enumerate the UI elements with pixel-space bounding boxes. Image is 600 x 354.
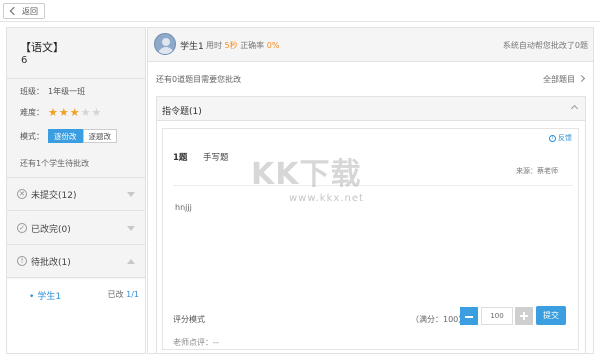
close-circle-icon: ✕	[17, 189, 27, 199]
section-title: 指令题(1)	[162, 107, 202, 117]
increase-score-button[interactable]	[515, 307, 533, 325]
divider	[7, 78, 145, 79]
status-label: 未提交(12)	[31, 190, 77, 201]
star-filled-icon: ★	[69, 106, 80, 119]
star-filled-icon: ★	[48, 106, 58, 119]
question-number: 1题	[173, 153, 188, 163]
student-status-prefix: 已改	[107, 290, 124, 299]
back-button[interactable]: 返回	[3, 3, 45, 19]
star-empty-icon: ★	[91, 106, 102, 119]
mode-row: 模式： 逐份改 逐题改	[20, 129, 117, 143]
student-header: 学生1 用时 5秒 正确率 0% 系统自动帮您批改了0题	[148, 28, 593, 62]
back-label: 返回	[22, 6, 38, 16]
difficulty-row: 难度： ★ ★ ★ ★ ★	[20, 107, 101, 118]
score-input[interactable]: 100	[481, 307, 513, 325]
subject-number: 6	[21, 55, 28, 66]
class-row: 班级： 1年级一班	[20, 86, 85, 97]
all-questions-link[interactable]: 全部题目	[543, 74, 575, 85]
mode-by-paper-button[interactable]: 逐份改	[48, 129, 83, 143]
header-student-name: 学生1	[180, 42, 204, 52]
student-name: 学生1	[37, 292, 62, 302]
difficulty-label: 难度：	[20, 108, 44, 117]
info-circle-icon: !	[17, 256, 27, 266]
remaining-text: 还有0道题目需要您批改	[156, 75, 242, 84]
mode-by-question-button[interactable]: 逐题改	[82, 129, 117, 143]
question-type: 手写题	[203, 153, 229, 163]
question-card: i 反馈 1题 手写题 来源：蔡老师 hnjjj KK下载 www.kkx.ne…	[162, 128, 579, 350]
watermark-text: KK下载	[251, 157, 362, 192]
bullet-icon: •	[29, 292, 35, 302]
full-score-text: （满分：100）	[411, 315, 467, 324]
star-filled-icon: ★	[58, 106, 69, 119]
feedback-link[interactable]: i 反馈	[549, 133, 572, 143]
class-label: 班级：	[20, 87, 44, 96]
avatar	[154, 33, 176, 55]
top-bar: 返回	[0, 0, 600, 22]
accuracy-label: 正确率	[240, 41, 265, 50]
student-status-value: 1/1	[126, 290, 139, 299]
student-item[interactable]: • 学生1 已改 1/1	[29, 289, 139, 302]
status-pending[interactable]: ! 待批改(1)	[7, 245, 145, 278]
main-panel: 学生1 用时 5秒 正确率 0% 系统自动帮您批改了0题 还有0道题目需要您批改…	[147, 27, 594, 354]
status-label: 待批改(1)	[31, 257, 71, 268]
check-circle-icon: ✓	[17, 223, 27, 233]
mode-label: 模式：	[20, 131, 44, 141]
feedback-label: 反馈	[558, 134, 572, 142]
feedback-icon: i	[549, 134, 556, 142]
header-meta: 用时 5秒 正确率 0%	[206, 40, 279, 51]
decrease-score-button[interactable]	[460, 307, 478, 325]
question-source: 来源：蔡老师	[516, 167, 558, 175]
watermark-logo: KK下载 www.kkx.net	[251, 149, 411, 219]
sidebar: 【语文】 6 班级： 1年级一班 难度： ★ ★ ★ ★ ★ 模式： 逐份改 逐题改 还…	[6, 27, 146, 354]
caret-up-icon	[127, 259, 135, 264]
grading-mode-label: 评分模式	[173, 315, 205, 324]
pending-note: 还有1个学生待批改	[20, 159, 90, 168]
question-section: 指令题(1) i 反馈 1题 手写题 来源：蔡老师 hnjjj KK下载 www…	[156, 96, 586, 354]
status-unsubmitted[interactable]: ✕ 未提交(12)	[7, 178, 145, 211]
time-label: 用时	[206, 41, 222, 50]
student-answer: hnjjj	[175, 203, 192, 212]
accuracy-value: 0%	[266, 41, 280, 50]
time-value: 5秒	[224, 41, 238, 50]
star-empty-icon: ★	[80, 106, 91, 119]
class-value: 1年级一班	[48, 87, 86, 96]
caret-down-icon	[127, 192, 135, 197]
teacher-comment: 老师点评：--	[173, 338, 219, 347]
status-graded[interactable]: ✓ 已改完(0)	[7, 212, 145, 245]
section-header[interactable]: 指令题(1)	[157, 97, 585, 121]
watermark-url: www.kkx.net	[289, 193, 364, 204]
chevron-up-icon	[570, 104, 579, 113]
status-label: 已改完(0)	[31, 224, 71, 235]
submit-button[interactable]: 提交	[536, 306, 566, 325]
student-list: • 学生1 已改 1/1	[7, 279, 145, 353]
subject-title: 【语文】	[20, 41, 64, 54]
auto-grade-note: 系统自动帮您批改了0题	[502, 41, 588, 50]
difficulty-stars: ★ ★ ★ ★ ★	[48, 107, 101, 118]
caret-down-icon	[127, 226, 135, 231]
chevron-right-icon	[577, 74, 586, 83]
divider	[173, 185, 573, 186]
chevron-left-icon	[9, 6, 19, 16]
